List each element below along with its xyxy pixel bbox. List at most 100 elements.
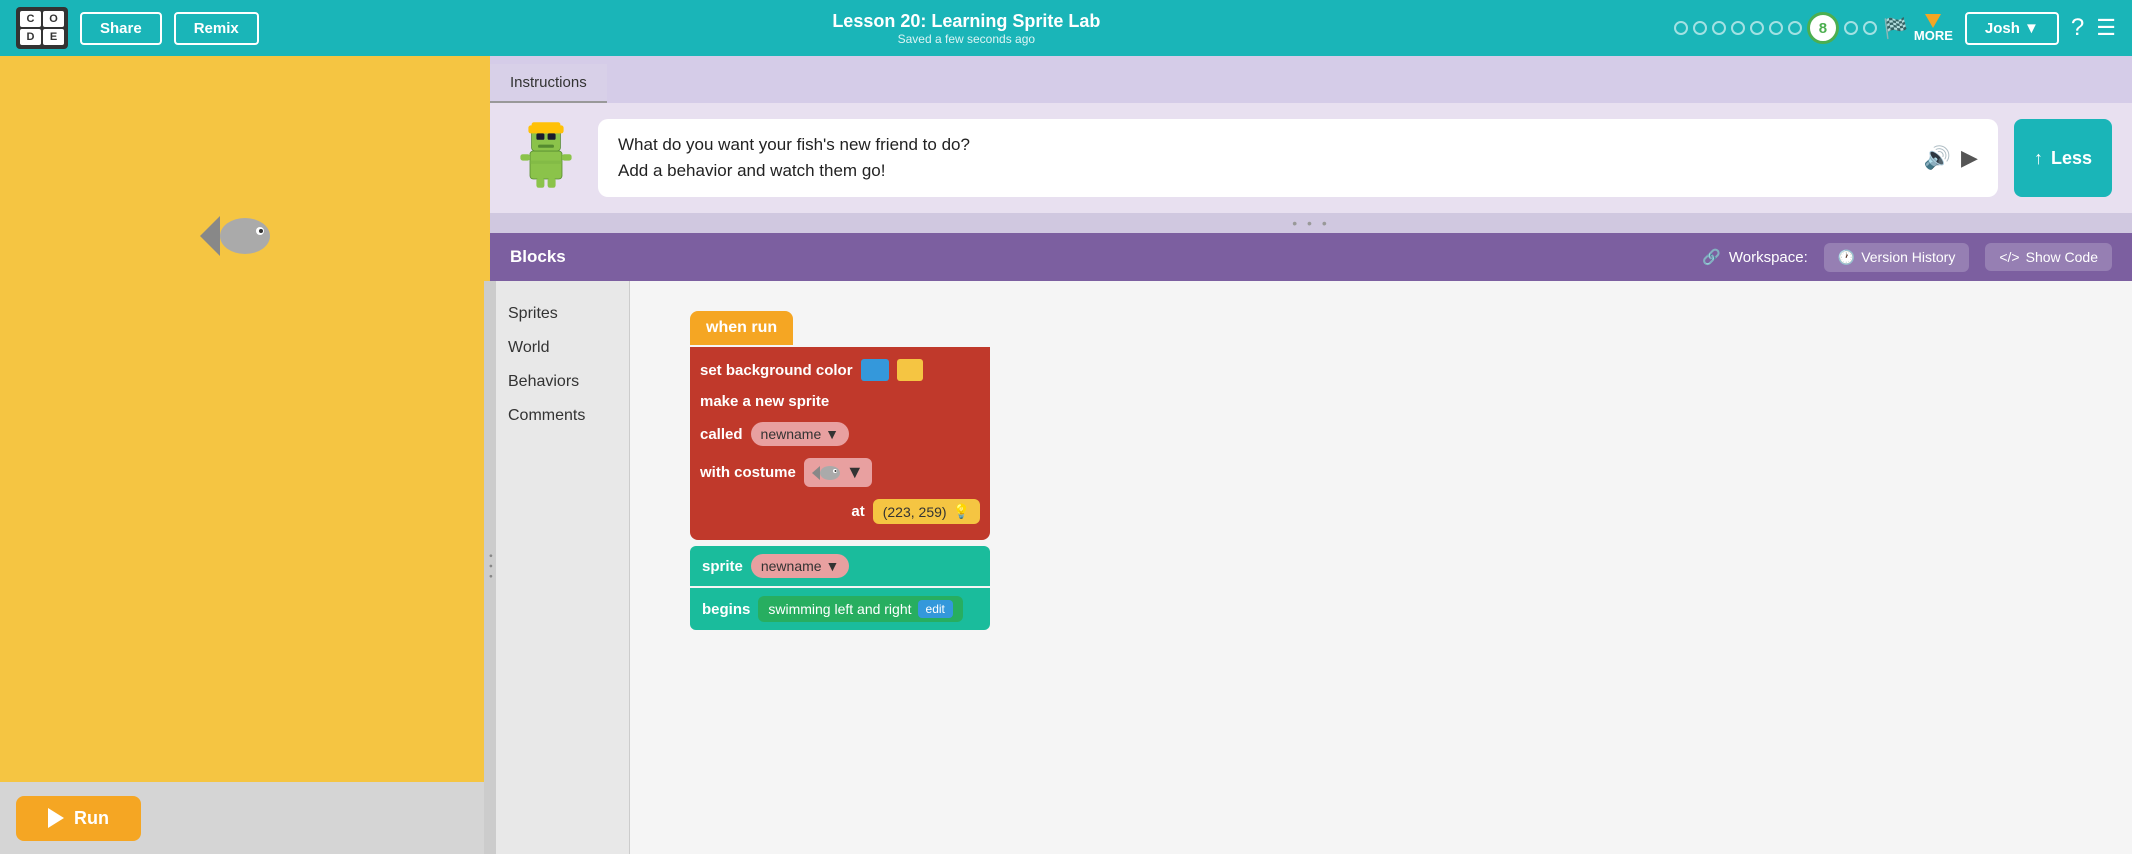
left-panel: Run xyxy=(0,56,490,854)
blocks-sidebar: • • • Sprites World Behaviors Comments xyxy=(490,281,630,854)
speech-line-1: What do you want your fish's new friend … xyxy=(618,135,1908,155)
workspace-label: 🔗 Workspace: xyxy=(1702,248,1808,266)
called-newname-dropdown[interactable]: newname ▼ xyxy=(751,422,849,446)
instructions-content: What do you want your fish's new friend … xyxy=(490,103,2132,213)
costume-dropdown-arrow: ▼ xyxy=(846,462,864,483)
more-label: MORE xyxy=(1914,28,1953,43)
workspace-text: Workspace: xyxy=(1729,249,1808,266)
dot-9[interactable] xyxy=(1844,21,1858,35)
run-label: Run xyxy=(74,808,109,829)
saved-status: Saved a few seconds ago xyxy=(271,32,1662,46)
robot-avatar xyxy=(510,119,582,191)
dot-8-active[interactable]: 8 xyxy=(1807,12,1839,44)
lesson-title: Lesson 20: Learning Sprite Lab xyxy=(271,11,1662,32)
blocks-content: • • • Sprites World Behaviors Comments w… xyxy=(490,281,2132,854)
blocks-label: Blocks xyxy=(510,247,566,267)
version-history-label: Version History xyxy=(1861,249,1955,265)
dot-4[interactable] xyxy=(1731,21,1745,35)
block-called[interactable]: called newname ▼ xyxy=(700,416,980,452)
begins-label: begins xyxy=(702,601,750,618)
logo-e: E xyxy=(43,29,64,45)
costume-fish-icon xyxy=(812,463,842,483)
progress-area: 8 🏁 MORE xyxy=(1674,12,1953,44)
block-make-sprite[interactable]: make a new sprite xyxy=(700,387,980,416)
speech-line-2: Add a behavior and watch them go! xyxy=(618,161,1908,181)
user-button[interactable]: Josh ▼ xyxy=(1965,12,2059,45)
share-button[interactable]: Share xyxy=(80,12,162,45)
resize-handle[interactable]: • • • xyxy=(484,281,496,854)
blocks-area: Blocks 🔗 Workspace: 🕐 Version History </… xyxy=(490,233,2132,854)
called-label: called xyxy=(700,426,743,443)
behavior-label: swimming left and right xyxy=(768,601,911,617)
block-sprite-row[interactable]: sprite newname ▼ xyxy=(690,546,990,586)
sidebar-item-behaviors[interactable]: Behaviors xyxy=(500,369,619,395)
instructions-area: Instructions xyxy=(490,56,2132,213)
block-when-run[interactable]: when run xyxy=(690,311,793,345)
behavior-pill[interactable]: swimming left and right edit xyxy=(758,596,963,622)
dot-5[interactable] xyxy=(1750,21,1764,35)
dot-1[interactable] xyxy=(1674,21,1688,35)
block-at[interactable]: at (223, 259) 💡 xyxy=(700,493,980,530)
lesson-title-area: Lesson 20: Learning Sprite Lab Saved a f… xyxy=(271,11,1662,46)
sidebar-item-comments[interactable]: Comments xyxy=(500,403,619,429)
dot-6[interactable] xyxy=(1769,21,1783,35)
dot-10[interactable] xyxy=(1863,21,1877,35)
workspace-area: 🔗 Workspace: 🕐 Version History </> Show … xyxy=(1702,243,2112,272)
color-swatch-yellow[interactable] xyxy=(897,359,923,381)
speaker-button[interactable]: 🔊 xyxy=(1924,145,1951,171)
at-label: at xyxy=(851,503,864,520)
with-costume-label: with costume xyxy=(700,464,796,481)
code-icon: </> xyxy=(1999,249,2019,265)
game-canvas[interactable] xyxy=(0,56,490,782)
header: C O D E Share Remix Lesson 20: Learning … xyxy=(0,0,2132,56)
sidebar-item-world[interactable]: World xyxy=(500,335,619,361)
block-with-costume[interactable]: with costume ▼ xyxy=(700,452,980,493)
more-button[interactable]: MORE xyxy=(1914,14,1953,43)
sidebar-item-sprites[interactable]: Sprites xyxy=(500,301,619,327)
version-history-button[interactable]: 🕐 Version History xyxy=(1824,243,1970,272)
logo-d: D xyxy=(20,29,41,45)
run-bar: Run xyxy=(0,782,490,854)
right-panel: Instructions xyxy=(490,56,2132,854)
remix-button[interactable]: Remix xyxy=(174,12,259,45)
hamburger-button[interactable]: ☰ xyxy=(2096,15,2116,41)
show-code-button[interactable]: </> Show Code xyxy=(1985,243,2112,271)
dot-3[interactable] xyxy=(1712,21,1726,35)
speech-controls: 🔊 ▶ xyxy=(1924,145,1978,171)
less-label: Less xyxy=(2051,148,2092,169)
block-set-background[interactable]: set background color xyxy=(700,353,980,387)
block-begins-row[interactable]: begins swimming left and right edit xyxy=(690,588,990,630)
show-code-label: Show Code xyxy=(2026,249,2098,265)
more-triangle-icon xyxy=(1925,14,1941,28)
run-button[interactable]: Run xyxy=(16,796,141,841)
sprite-newname-value: newname ▼ xyxy=(761,558,839,574)
edit-behavior-button[interactable]: edit xyxy=(918,600,953,618)
block-stack: when run set background color xyxy=(690,311,990,630)
run-triangle-icon xyxy=(48,808,64,828)
make-sprite-label: make a new sprite xyxy=(700,393,829,410)
instructions-tab[interactable]: Instructions xyxy=(490,64,607,103)
main-layout: Run Instructions xyxy=(0,56,2132,854)
speech-bubble: What do you want your fish's new friend … xyxy=(598,119,1998,197)
clock-icon: 🕐 xyxy=(1838,249,1855,266)
coord-pill[interactable]: (223, 259) 💡 xyxy=(873,499,980,524)
dot-7[interactable] xyxy=(1788,21,1802,35)
sprite-newname-dropdown[interactable]: newname ▼ xyxy=(751,554,849,578)
less-button[interactable]: ↑ Less xyxy=(2014,119,2112,197)
drag-dots-icon: • • • xyxy=(1292,215,1329,231)
color-input-blue[interactable] xyxy=(861,359,889,381)
costume-picker[interactable]: ▼ xyxy=(804,458,872,487)
link-icon: 🔗 xyxy=(1702,248,1721,266)
dot-2[interactable] xyxy=(1693,21,1707,35)
logo-o: O xyxy=(43,11,64,27)
logo[interactable]: C O D E xyxy=(16,7,68,49)
workspace-canvas[interactable]: when run set background color xyxy=(630,281,2132,854)
coord-value: (223, 259) xyxy=(883,504,947,520)
set-bg-label: set background color xyxy=(700,362,853,379)
sprite-label: sprite xyxy=(702,558,743,575)
resize-dots-icon: • • • xyxy=(485,554,496,580)
drag-handle[interactable]: • • • xyxy=(490,213,2132,233)
play-speech-button[interactable]: ▶ xyxy=(1961,145,1978,171)
help-button[interactable]: ? xyxy=(2071,14,2084,42)
flag-icon: 🏁 xyxy=(1883,16,1908,41)
